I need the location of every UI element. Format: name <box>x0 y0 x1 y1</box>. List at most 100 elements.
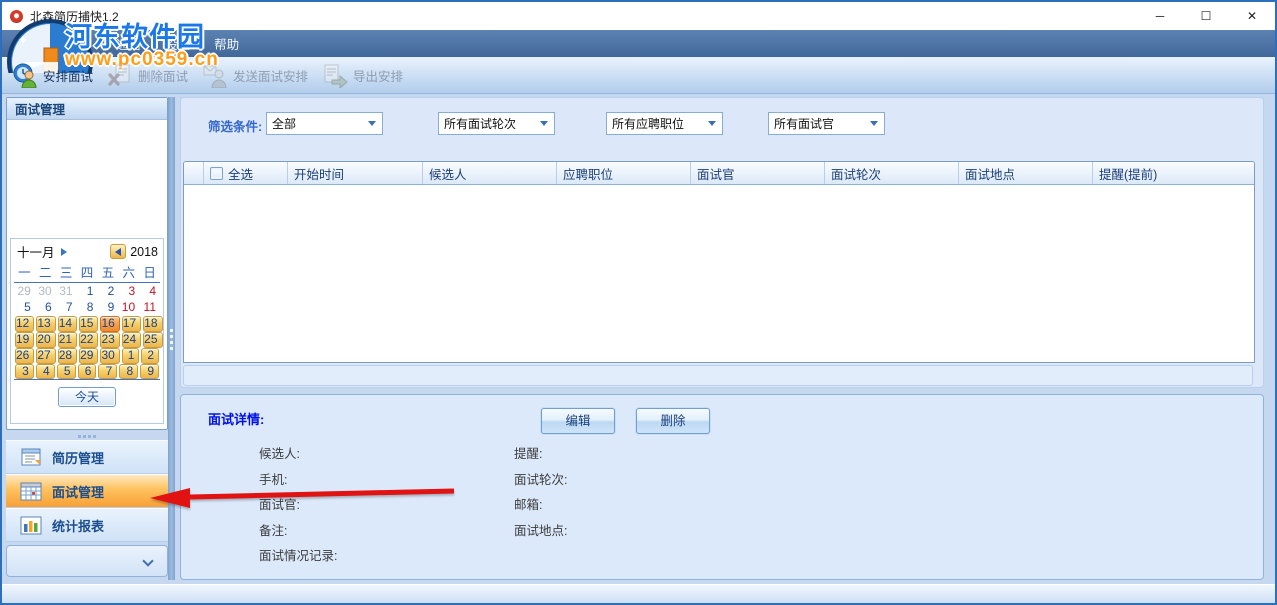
calendar-day[interactable]: 30 <box>100 348 119 364</box>
calendar-day[interactable]: 7 <box>56 300 77 316</box>
grid-body[interactable] <box>184 185 1254 363</box>
calendar-day[interactable]: 3 <box>118 284 139 300</box>
sidebar-splitter[interactable] <box>168 97 175 580</box>
calendar-day[interactable]: 27 <box>36 348 55 364</box>
select-all-checkbox[interactable] <box>210 167 223 180</box>
calendar-day[interactable]: 9 <box>140 364 159 379</box>
column-header-5[interactable]: 面试地点 <box>959 162 1093 184</box>
calendar-day[interactable]: 11 <box>139 300 160 316</box>
menu-item-3[interactable]: 设置 <box>161 32 194 55</box>
export-schedule-icon <box>322 62 348 88</box>
calendar-week-row: 262728293012 <box>14 348 160 364</box>
calendar-day[interactable]: 18 <box>143 316 162 332</box>
close-button[interactable]: ✕ <box>1229 2 1275 30</box>
calendar-day[interactable]: 31 <box>56 284 77 300</box>
calendar-day[interactable]: 6 <box>78 364 97 379</box>
calendar-day[interactable]: 10 <box>118 300 139 316</box>
filter-dropdown-round[interactable]: 所有面试轮次 <box>438 112 555 135</box>
filter-dropdown-interviewer[interactable]: 所有面试官 <box>768 112 885 135</box>
calendar-day[interactable]: 24 <box>122 332 141 348</box>
sidebar-item-label: 统计报表 <box>52 516 104 535</box>
window-controls: ─ ☐ ✕ <box>1137 2 1275 30</box>
interview-management-panel: 面试管理 十一月 2018 一二三四五六日 293031123456789101… <box>6 97 168 430</box>
sidebar-item-statistics-report[interactable]: 统计报表 <box>6 508 168 542</box>
sidebar-collapse-panel[interactable] <box>6 545 168 577</box>
calendar-day[interactable]: 26 <box>15 348 34 364</box>
toolbar-button-label: 删除面试 <box>138 66 188 85</box>
calendar-day[interactable]: 21 <box>58 332 77 348</box>
calendar-week-row: 2930311234 <box>14 284 160 300</box>
filter-dropdown-scope[interactable]: 全部 <box>266 112 383 135</box>
calendar-day[interactable]: 12 <box>15 316 34 332</box>
grid-scrollbar-area[interactable] <box>183 365 1253 386</box>
schedule-interview-button[interactable]: 安排面试 <box>7 59 102 91</box>
sidebar: 面试管理 十一月 2018 一二三四五六日 293031123456789101… <box>6 97 168 580</box>
column-header-6[interactable]: 提醒(提前) <box>1093 162 1255 184</box>
calendar-year-box: 2018 <box>110 244 160 259</box>
calendar-day[interactable]: 5 <box>57 364 76 379</box>
menu-item-4[interactable]: 帮助 <box>210 32 243 55</box>
sidebar-item-label: 面试管理 <box>52 482 104 501</box>
calendar-day[interactable]: 29 <box>79 348 98 364</box>
column-header-1[interactable]: 候选人 <box>423 162 557 184</box>
calendar-weekday: 三 <box>56 262 77 281</box>
calendar-day[interactable]: 8 <box>77 300 98 316</box>
calendar-day[interactable]: 28 <box>58 348 77 364</box>
calendar-day[interactable]: 20 <box>36 332 55 348</box>
calendar-day[interactable]: 13 <box>36 316 55 332</box>
menu-bar: 文件操作通信设置帮助 <box>2 30 1275 57</box>
calendar-day[interactable]: 16 <box>100 316 119 332</box>
calendar-day[interactable]: 25 <box>143 332 162 348</box>
calendar-day[interactable]: 6 <box>35 300 56 316</box>
select-all-column[interactable]: 全选 <box>204 162 288 184</box>
menu-item-0[interactable]: 文件 <box>14 32 47 55</box>
today-button[interactable]: 今天 <box>58 387 116 407</box>
edit-button[interactable]: 编辑 <box>541 408 615 434</box>
filter-dropdown-position[interactable]: 所有应聘职位 <box>606 112 723 135</box>
calendar-day[interactable]: 3 <box>15 364 34 379</box>
column-header-0[interactable]: 开始时间 <box>288 162 423 184</box>
calendar-day[interactable]: 30 <box>35 284 56 300</box>
detail-field-label: 邮箱: <box>514 494 567 520</box>
calendar-day[interactable]: 17 <box>122 316 141 332</box>
calendar-day[interactable]: 1 <box>77 284 98 300</box>
calendar-day[interactable]: 2 <box>141 348 159 364</box>
select-all-label: 全选 <box>228 164 253 183</box>
calendar-day[interactable]: 4 <box>139 284 160 300</box>
calendar-day[interactable]: 8 <box>119 364 138 379</box>
delete-button[interactable]: 删除 <box>636 408 710 434</box>
menu-item-2[interactable]: 通信 <box>112 32 145 55</box>
calendar-day[interactable]: 15 <box>79 316 98 332</box>
calendar-day[interactable]: 19 <box>15 332 34 348</box>
sidebar-grip-handle[interactable] <box>6 432 168 440</box>
sidebar-item-resume-management[interactable]: 简历管理 <box>6 440 168 474</box>
chevron-down-icon[interactable] <box>144 557 153 566</box>
calendar-day[interactable]: 4 <box>36 364 55 379</box>
title-bar: 北森简历捕快1.2 ─ ☐ ✕ <box>2 2 1275 30</box>
calendar-day[interactable]: 29 <box>14 284 35 300</box>
prev-year-button[interactable] <box>110 244 126 259</box>
calendar-year-label[interactable]: 2018 <box>130 245 158 259</box>
menu-item-1[interactable]: 操作 <box>63 32 96 55</box>
column-header-4[interactable]: 面试轮次 <box>825 162 959 184</box>
maximize-button[interactable]: ☐ <box>1183 2 1229 30</box>
calendar-day[interactable]: 7 <box>98 364 117 379</box>
next-month-icon[interactable] <box>61 248 67 256</box>
calendar-day[interactable]: 22 <box>79 332 98 348</box>
calendar-month-label[interactable]: 十一月 <box>17 242 55 261</box>
calendar-day[interactable]: 2 <box>97 284 118 300</box>
calendar-day[interactable]: 5 <box>14 300 35 316</box>
calendar-day[interactable]: 14 <box>58 316 77 332</box>
chevron-down-icon <box>708 121 716 126</box>
column-header-2[interactable]: 应聘职位 <box>557 162 691 184</box>
column-header-3[interactable]: 面试官 <box>691 162 825 184</box>
filter-label: 筛选条件: <box>208 116 262 135</box>
calendar-day[interactable]: 23 <box>100 332 119 348</box>
calendar-week-row: 19202122232425 <box>14 332 160 348</box>
minimize-button[interactable]: ─ <box>1137 2 1183 30</box>
chevron-down-icon <box>368 121 376 126</box>
sidebar-item-interview-management[interactable]: 面试管理 <box>6 474 168 508</box>
calendar-weekday: 六 <box>118 262 139 281</box>
calendar-day[interactable]: 9 <box>97 300 118 316</box>
calendar-day[interactable]: 1 <box>122 348 140 364</box>
